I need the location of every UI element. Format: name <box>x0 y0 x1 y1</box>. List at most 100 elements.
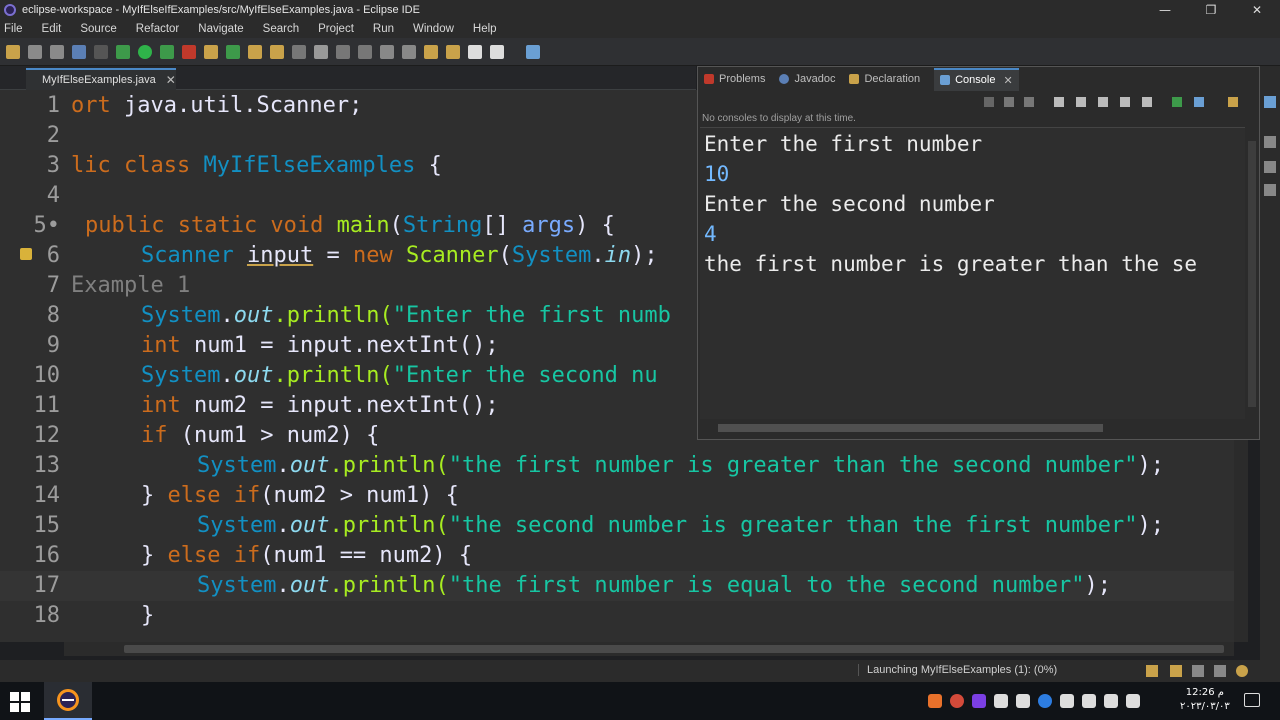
package-explorer-icon[interactable] <box>1264 184 1276 196</box>
show-on-stdout-icon[interactable] <box>1120 97 1130 107</box>
progress-icon[interactable] <box>1146 665 1158 677</box>
arrow-left-icon[interactable] <box>468 44 482 59</box>
menu-source[interactable]: Source <box>80 23 116 35</box>
tray-bluetooth-icon[interactable] <box>1038 694 1052 708</box>
menu-navigate[interactable]: Navigate <box>198 23 243 35</box>
tray-chrome-icon[interactable] <box>950 694 964 708</box>
tab-label: MyIfElseExamples.java <box>42 74 156 86</box>
tab-myifelseexamples-java[interactable]: MyIfElseExamples.java ✕ <box>26 68 176 90</box>
javadoc-icon <box>779 74 790 84</box>
menu-run[interactable]: Run <box>373 23 394 35</box>
display-console-icon[interactable] <box>1194 97 1204 107</box>
external-tools-icon[interactable] <box>182 44 196 59</box>
tray-app-icon[interactable] <box>928 694 942 708</box>
task-list-icon[interactable] <box>1264 161 1276 173</box>
close-console-tab-icon[interactable]: ✕ <box>1003 74 1012 87</box>
notifications-icon[interactable] <box>1244 693 1260 707</box>
skip-breakpoints-icon[interactable] <box>94 44 108 59</box>
editor-vertical-scrollbar[interactable] <box>1234 440 1248 642</box>
tab-javadoc[interactable]: Javadoc <box>779 73 835 85</box>
new-java-project-icon[interactable] <box>204 44 218 59</box>
menu-search[interactable]: Search <box>263 23 299 35</box>
toggle-mark-icon[interactable] <box>292 44 306 59</box>
pin-editor-icon[interactable] <box>402 44 416 59</box>
clock[interactable]: 12:26 م ٢٠٢٣/٠٣/٠٣ <box>1180 686 1230 714</box>
tray-language-icon[interactable] <box>1082 694 1096 708</box>
code-line: 15 System.out.println("the second number … <box>33 513 1164 538</box>
arrow-right-icon[interactable] <box>490 44 504 59</box>
terminate-icon[interactable] <box>984 97 994 107</box>
declaration-icon <box>849 74 860 84</box>
save-all-icon[interactable] <box>50 44 64 59</box>
clock-time: 12:26 م <box>1185 687 1224 698</box>
problems-icon <box>704 74 714 84</box>
tray-network-icon[interactable] <box>1060 694 1074 708</box>
block-selection-icon[interactable] <box>336 44 350 59</box>
maximize-button[interactable]: ❐ <box>1188 0 1234 20</box>
editor-tab-bar: MyIfElseExamples.java ✕ <box>0 66 696 90</box>
menu-help[interactable]: Help <box>473 23 497 35</box>
word-wrap-icon[interactable] <box>1098 97 1108 107</box>
perspective-icon[interactable] <box>1170 665 1182 677</box>
menu-file[interactable]: File <box>4 23 23 35</box>
show-whitespace-icon[interactable] <box>358 44 372 59</box>
warning-marker-icon[interactable] <box>20 248 32 260</box>
coverage-icon[interactable] <box>160 44 174 59</box>
console-view: Problems Javadoc Declaration Console ✕ No… <box>697 66 1260 440</box>
menu-refactor[interactable]: Refactor <box>136 23 179 35</box>
open-type-icon[interactable] <box>248 44 262 59</box>
tab-console[interactable]: Console ✕ <box>934 67 1019 91</box>
run-icon[interactable] <box>138 44 152 59</box>
debug-icon[interactable] <box>116 44 130 59</box>
close-button[interactable]: ✕ <box>1234 0 1280 20</box>
code-line: 18} <box>33 603 155 628</box>
tab-problems[interactable]: Problems <box>704 73 765 85</box>
new-class-icon[interactable] <box>226 44 240 59</box>
menu-edit[interactable]: Edit <box>42 23 62 35</box>
minimize-button[interactable]: — <box>1142 0 1188 20</box>
remove-all-icon[interactable] <box>1024 97 1034 107</box>
console-input-line: 4 <box>704 222 717 246</box>
next-annotation-icon[interactable] <box>380 44 394 59</box>
remove-launch-icon[interactable] <box>1004 97 1014 107</box>
pin-console-icon[interactable] <box>1172 97 1182 107</box>
quick-access-icon[interactable] <box>1192 665 1204 677</box>
new-icon[interactable] <box>6 44 20 59</box>
save-icon[interactable] <box>28 44 42 59</box>
open-console-icon[interactable] <box>1228 97 1238 107</box>
taskbar-eclipse-button[interactable] <box>44 682 92 720</box>
start-icon[interactable] <box>10 692 30 712</box>
clear-console-icon[interactable] <box>1054 97 1064 107</box>
perspective-icon[interactable] <box>526 44 540 59</box>
console-horizontal-scrollbar[interactable] <box>700 421 1245 435</box>
restore-icon[interactable] <box>1264 96 1276 108</box>
toggle-word-wrap-icon[interactable] <box>314 44 328 59</box>
console-output[interactable]: Enter the first number 10 Enter the seco… <box>700 127 1245 419</box>
console-shortcut-icon[interactable] <box>1214 665 1226 677</box>
close-tab-icon[interactable]: ✕ <box>166 73 176 87</box>
terminal-icon[interactable] <box>72 44 86 59</box>
tray-onenote-icon[interactable] <box>972 694 986 708</box>
code-line: 16} else if(num1 == num2) { <box>33 543 473 568</box>
editor-horizontal-scrollbar[interactable] <box>64 642 1234 656</box>
back-icon[interactable] <box>424 44 438 59</box>
console-line: Enter the first number <box>704 132 983 156</box>
menu-window[interactable]: Window <box>413 23 454 35</box>
show-on-stderr-icon[interactable] <box>1142 97 1152 107</box>
scroll-lock-icon[interactable] <box>1076 97 1086 107</box>
search-tool-icon[interactable] <box>270 44 284 59</box>
code-line: 14} else if(num2 > num1) { <box>33 483 459 508</box>
tray-volume-icon[interactable] <box>1104 694 1118 708</box>
tray-display-icon[interactable] <box>1016 694 1030 708</box>
clock-date: ٢٠٢٣/٠٣/٠٣ <box>1180 701 1230 712</box>
menu-bar: File Edit Source Refactor Navigate Searc… <box>0 20 1280 38</box>
console-toolbar <box>698 91 1259 113</box>
outline-icon[interactable] <box>1264 136 1276 148</box>
tray-wifi-icon[interactable] <box>1126 694 1140 708</box>
forward-icon[interactable] <box>446 44 460 59</box>
menu-project[interactable]: Project <box>318 23 354 35</box>
console-vertical-scrollbar[interactable] <box>1245 127 1259 421</box>
tray-window-icon[interactable] <box>994 694 1008 708</box>
tab-declaration[interactable]: Declaration <box>849 73 920 85</box>
settings-icon[interactable] <box>1236 665 1248 677</box>
